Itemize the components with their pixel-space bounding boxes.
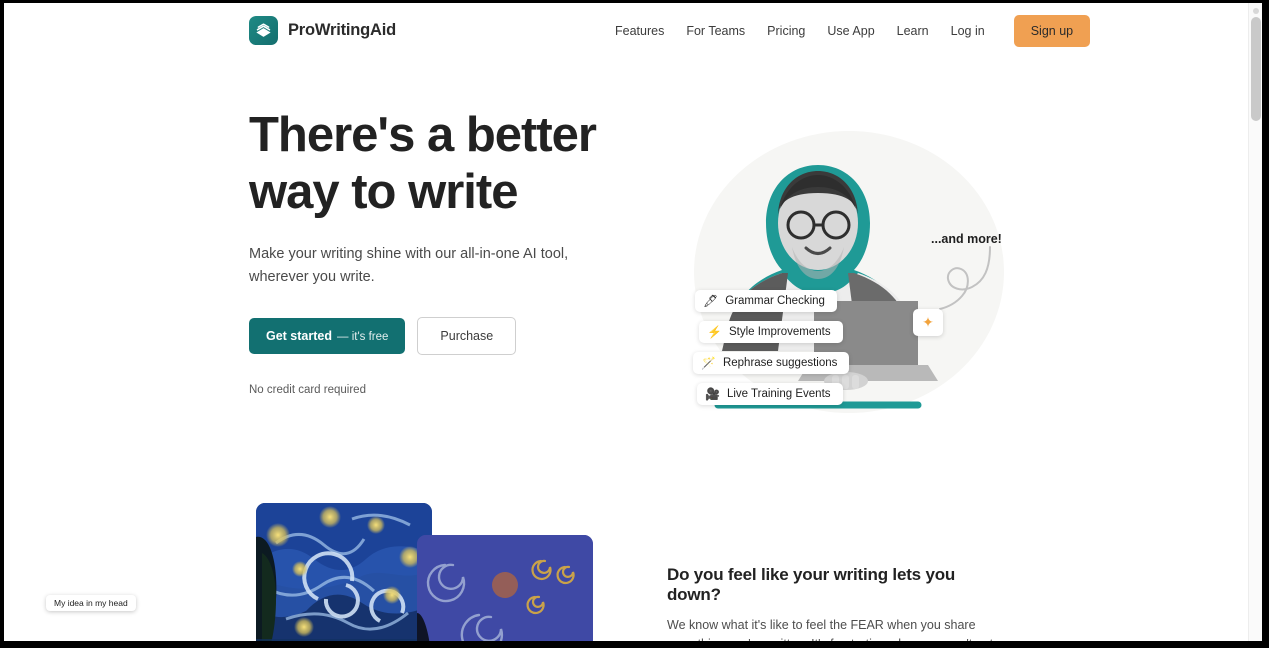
nav-item-pricing[interactable]: Pricing <box>756 18 816 44</box>
feature-pill-label: Rephrase suggestions <box>722 357 838 369</box>
nav-item-log-in[interactable]: Log in <box>940 18 996 44</box>
sign-up-button[interactable]: Sign up <box>1013 15 1091 47</box>
hero-section: There's a better way to write Make your … <box>4 59 1248 479</box>
sparkle-icon: ✦ <box>922 314 934 330</box>
feature-pill-label: Grammar Checking <box>725 295 825 307</box>
no-credit-card-note: No credit card required <box>249 384 366 396</box>
get-started-label: Get started <box>266 329 332 343</box>
feature-pill-grammar-checking[interactable]: 🖋 Grammar Checking <box>695 290 837 312</box>
feature-pill-label: Style Improvements <box>728 326 831 338</box>
feature-pill-live-training-events[interactable]: 🎥 Live Training Events <box>697 383 843 405</box>
brand-logo[interactable]: ProWritingAid <box>249 16 396 45</box>
hero-illustration: ...and more! ✦ 🖋 Grammar Checking ⚡ Styl… <box>666 105 1046 445</box>
lightning-bolt-icon: ⚡ <box>707 325 722 339</box>
starry-night-painting-image <box>256 503 432 641</box>
nav-item-learn[interactable]: Learn <box>886 18 940 44</box>
video-camera-icon: 🎥 <box>705 387 720 401</box>
site-header: ProWritingAid Features For Teams Pricing… <box>4 3 1248 59</box>
nav-item-features[interactable]: Features <box>604 18 675 44</box>
image-caption-label: My idea in my head <box>46 595 136 611</box>
feature-pill-label: Live Training Events <box>726 388 831 400</box>
section-title: Do you feel like your writing lets you d… <box>667 565 956 604</box>
nav-item-for-teams[interactable]: For Teams <box>675 18 756 44</box>
get-started-free-note: — it's free <box>337 331 389 343</box>
and-more-label: ...and more! <box>931 232 1002 246</box>
sketch-artwork <box>417 535 593 641</box>
writing-lets-you-down-section: My idea in my head Do you feel like your… <box>4 479 1248 641</box>
main-navigation: Features For Teams Pricing Use App Learn… <box>604 3 1091 59</box>
purchase-button[interactable]: Purchase <box>417 317 517 355</box>
curly-pointer-line-icon <box>939 246 991 310</box>
quill-pen-icon: 🖋 <box>703 294 719 308</box>
stacked-pages-logo-icon <box>249 16 278 45</box>
window-bottom-bar <box>0 641 1269 648</box>
child-sketch-image <box>417 535 593 641</box>
feature-pill-style-improvements[interactable]: ⚡ Style Improvements <box>699 321 843 343</box>
feature-pill-rephrase-suggestions[interactable]: 🪄 Rephrase suggestions <box>693 352 850 374</box>
lower-copy: Do you feel like your writing lets you d… <box>667 565 1012 641</box>
browser-frame: ProWritingAid Features For Teams Pricing… <box>0 0 1269 648</box>
magic-wand-icon: 🪄 <box>701 356 716 370</box>
hero-actions: Get started — it's free Purchase <box>249 317 649 355</box>
page-title: There's a better way to write <box>249 107 649 221</box>
browser-viewport: ProWritingAid Features For Teams Pricing… <box>4 3 1262 641</box>
hero-title-line-2: way to write <box>249 165 518 219</box>
hero-subtitle: Make your writing shine with our all-in-… <box>249 246 569 285</box>
scrollbar-up-dot-icon[interactable] <box>1253 8 1259 14</box>
hero-copy: There's a better way to write Make your … <box>249 107 649 396</box>
brand-name: ProWritingAid <box>288 21 397 39</box>
sparkle-badge: ✦ <box>913 309 943 336</box>
starry-night-artwork <box>256 503 432 641</box>
get-started-button[interactable]: Get started — it's free <box>249 318 406 354</box>
scrollbar-thumb[interactable] <box>1251 17 1261 121</box>
nav-item-use-app[interactable]: Use App <box>816 18 885 44</box>
hero-title-line-1: There's a better <box>249 108 597 162</box>
page-content: ProWritingAid Features For Teams Pricing… <box>4 3 1248 641</box>
vertical-scrollbar[interactable] <box>1248 3 1262 641</box>
section-body: We know what it's like to feel the FEAR … <box>667 618 993 641</box>
